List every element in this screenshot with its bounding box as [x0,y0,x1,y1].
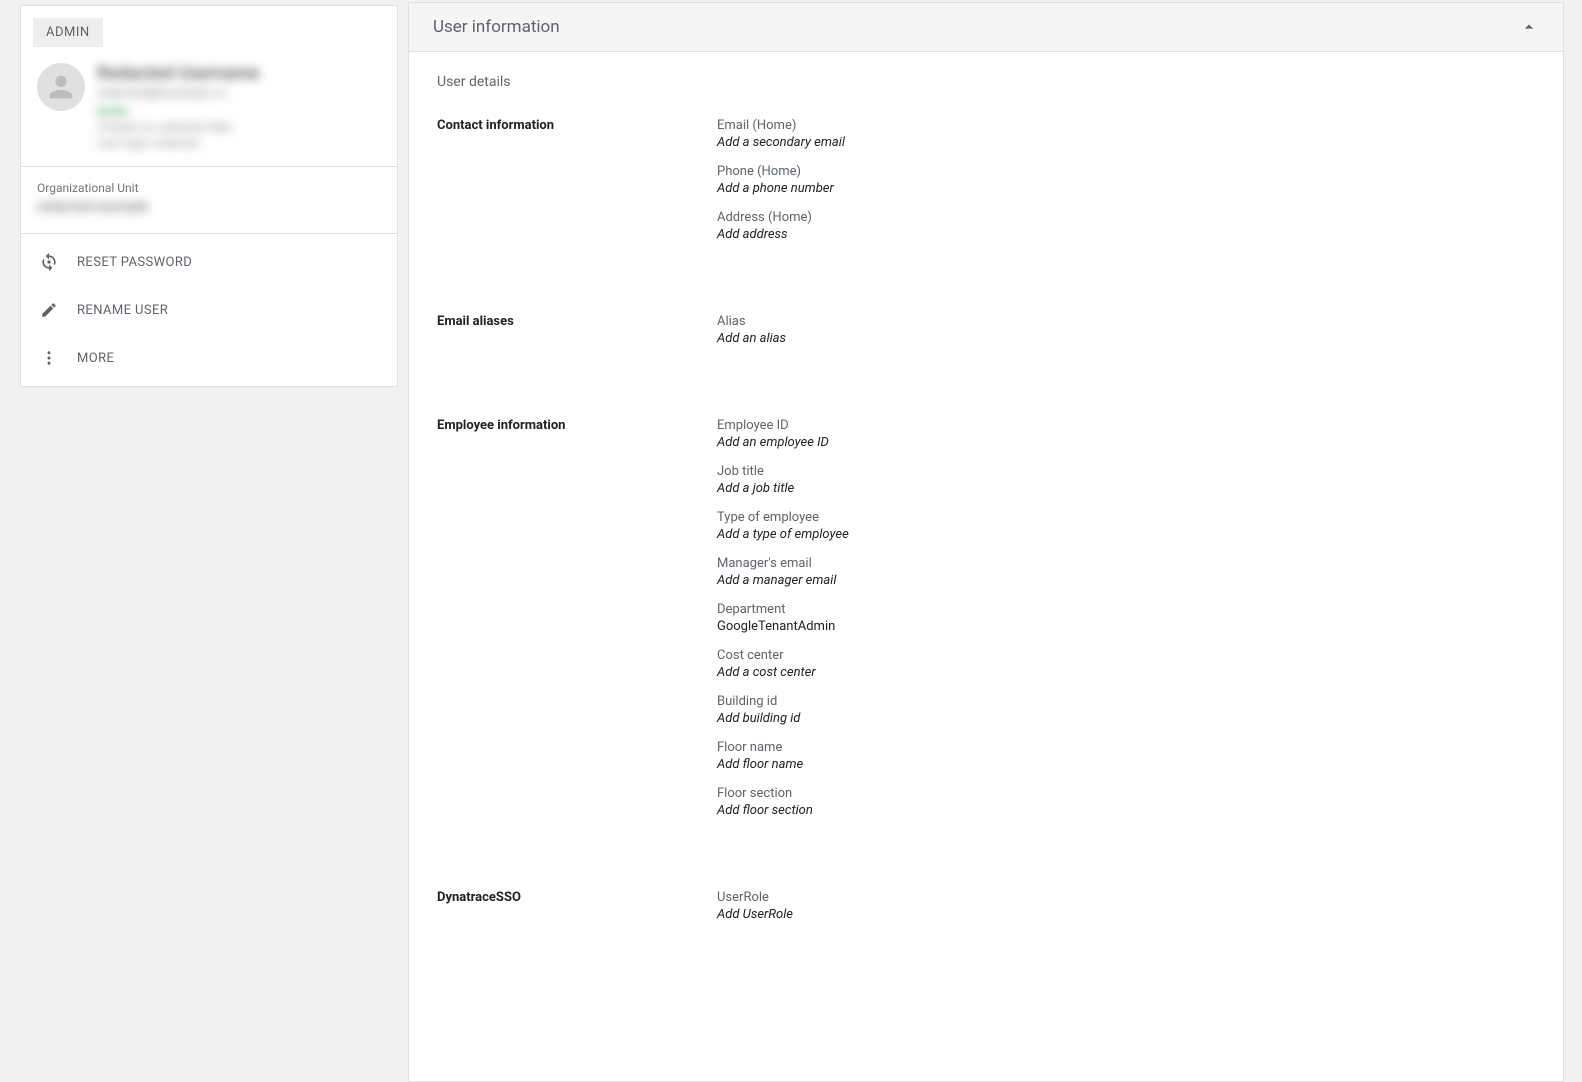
user-information-panel: User information User details Contact in… [408,2,1564,1082]
manager-email-label: Manager's email [717,556,1535,571]
org-unit-label: Organizational Unit [37,181,381,195]
org-section: Organizational Unit redacted.example [21,167,397,233]
more-button[interactable]: MORE [21,334,397,382]
email-aliases-label: Email aliases [437,314,717,360]
department-field: Department GoogleTenantAdmin [717,602,1535,634]
reset-password-label: RESET PASSWORD [77,255,192,270]
add-address[interactable]: Add address [717,227,1535,242]
contact-information-label: Contact information [437,118,717,256]
contact-information-section: Contact information Email (Home) Add a s… [437,118,1535,256]
rename-user-label: RENAME USER [77,303,168,318]
employee-type-label: Type of employee [717,510,1535,525]
employee-id-label: Employee ID [717,418,1535,433]
org-unit-value-redacted: redacted.example [37,199,381,215]
add-floor-name[interactable]: Add floor name [717,757,1535,772]
more-vert-icon [39,348,59,368]
add-manager-email[interactable]: Add a manager email [717,573,1535,588]
dynatrace-sso-section: DynatraceSSO UserRole Add UserRole [437,890,1535,936]
email-aliases-section: Email aliases Alias Add an alias [437,314,1535,360]
employee-information-label: Employee information [437,418,717,832]
user-role-field: UserRole Add UserRole [717,890,1535,922]
add-cost-center[interactable]: Add a cost center [717,665,1535,680]
email-home-field: Email (Home) Add a secondary email [717,118,1535,150]
alias-label: Alias [717,314,1535,329]
phone-home-field: Phone (Home) Add a phone number [717,164,1535,196]
user-lastlogin-redacted: Last login redacted [97,136,381,150]
cost-center-field: Cost center Add a cost center [717,648,1535,680]
user-details-heading: User details [437,74,1535,90]
department-value[interactable]: GoogleTenantAdmin [717,619,1535,634]
panel-title: User information [433,17,560,37]
address-home-field: Address (Home) Add address [717,210,1535,242]
phone-home-label: Phone (Home) [717,164,1535,179]
add-phone-number[interactable]: Add a phone number [717,181,1535,196]
pencil-icon [39,300,59,320]
cost-center-label: Cost center [717,648,1535,663]
admin-badge: ADMIN [33,18,103,47]
user-header: Redacted Username redacted@example.co Ac… [21,47,397,166]
floor-name-field: Floor name Add floor name [717,740,1535,772]
add-job-title[interactable]: Add a job title [717,481,1535,496]
manager-email-field: Manager's email Add a manager email [717,556,1535,588]
building-id-field: Building id Add building id [717,694,1535,726]
user-name-redacted: Redacted Username [97,63,381,84]
user-meta: Redacted Username redacted@example.co Ac… [97,63,381,150]
department-label: Department [717,602,1535,617]
address-home-label: Address (Home) [717,210,1535,225]
user-status-redacted: Active [97,105,381,118]
user-role-label: UserRole [717,890,1535,905]
person-icon [44,70,78,104]
add-secondary-email[interactable]: Add a secondary email [717,135,1535,150]
dynatrace-sso-label: DynatraceSSO [437,890,717,936]
rename-user-button[interactable]: RENAME USER [21,286,397,334]
panel-body: User details Contact information Email (… [409,52,1563,1078]
reset-password-button[interactable]: RESET PASSWORD [21,238,397,286]
add-user-role[interactable]: Add UserRole [717,907,1535,922]
job-title-field: Job title Add a job title [717,464,1535,496]
user-created-redacted: Created on redacted date [97,120,381,134]
add-employee-type[interactable]: Add a type of employee [717,527,1535,542]
reset-password-icon [39,252,59,272]
employee-id-field: Employee ID Add an employee ID [717,418,1535,450]
add-alias[interactable]: Add an alias [717,331,1535,346]
floor-section-label: Floor section [717,786,1535,801]
floor-name-label: Floor name [717,740,1535,755]
floor-section-field: Floor section Add floor section [717,786,1535,818]
more-label: MORE [77,351,114,366]
action-list: RESET PASSWORD RENAME USER MORE [21,234,397,386]
alias-field: Alias Add an alias [717,314,1535,346]
job-title-label: Job title [717,464,1535,479]
sidebar-card: ADMIN Redacted Username redacted@example… [20,5,398,387]
employee-type-field: Type of employee Add a type of employee [717,510,1535,542]
add-floor-section[interactable]: Add floor section [717,803,1535,818]
avatar [37,63,85,111]
user-email-redacted: redacted@example.co [97,86,381,101]
add-building-id[interactable]: Add building id [717,711,1535,726]
chevron-up-icon[interactable] [1519,17,1539,37]
employee-information-section: Employee information Employee ID Add an … [437,418,1535,832]
building-id-label: Building id [717,694,1535,709]
add-employee-id[interactable]: Add an employee ID [717,435,1535,450]
email-home-label: Email (Home) [717,118,1535,133]
panel-header[interactable]: User information [409,3,1563,52]
